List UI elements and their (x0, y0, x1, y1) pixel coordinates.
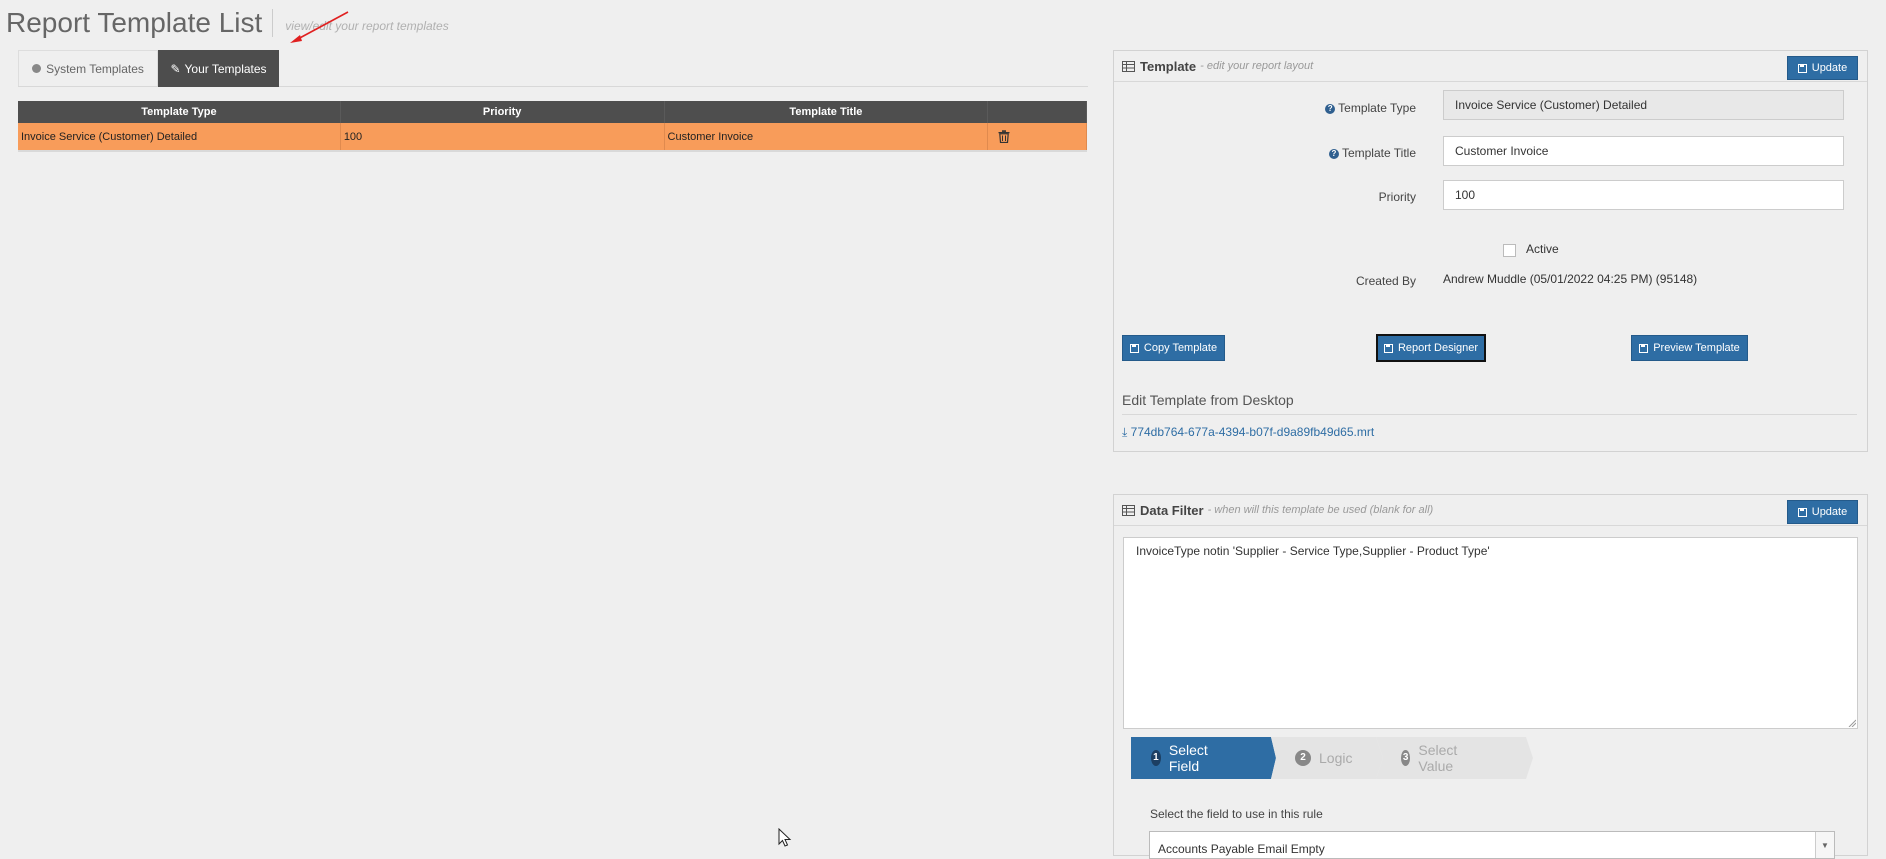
priority-label: Priority (1378, 190, 1416, 204)
column-header-template-title[interactable]: Template Title (664, 101, 989, 123)
created-by-value: Andrew Muddle (05/01/2022 04:25 PM) (951… (1443, 272, 1698, 286)
download-template-link[interactable]: ⤓ 774db764-677a-4394-b07f-d9a89fb49d65.m… (1122, 425, 1374, 440)
active-checkbox[interactable] (1503, 244, 1516, 257)
select-field-hint: Select the field to use in this rule (1150, 807, 1323, 821)
save-icon (1797, 507, 1807, 517)
grid-icon (1122, 60, 1135, 72)
column-header-template-type[interactable]: Template Type (18, 101, 341, 123)
red-arrow-annotation (290, 11, 349, 43)
step-number-badge: 1 (1151, 750, 1161, 766)
save-icon (1639, 343, 1649, 353)
template-type-input[interactable]: Invoice Service (Customer) Detailed (1443, 90, 1844, 120)
template-panel-title: Template (1140, 58, 1197, 74)
step-label: Select Value (1418, 742, 1458, 774)
table-header-row: Template Type Priority Template Title (18, 101, 1087, 123)
save-icon (1797, 63, 1807, 73)
filter-update-button[interactable]: Update (1787, 500, 1858, 524)
report-designer-button[interactable]: Report Designer (1376, 334, 1486, 362)
pencil-icon: ✎ (170, 61, 181, 76)
desktop-section-title: Edit Template from Desktop (1122, 392, 1294, 408)
step-label: Logic (1319, 750, 1353, 766)
copy-template-button[interactable]: Copy Template (1122, 335, 1225, 361)
copy-template-label: Copy Template (1143, 342, 1218, 354)
page-header: Report Template List view/edit your repo… (6, 6, 449, 40)
priority-input[interactable]: 100 (1443, 180, 1844, 210)
field-template-title-label: ? Template Title (1114, 145, 1416, 161)
save-icon (1129, 343, 1139, 353)
filter-expression-textarea[interactable]: InvoiceType notin 'Supplier - Service Ty… (1123, 537, 1858, 729)
trash-icon[interactable] (998, 130, 1010, 144)
tab-label: System Templates (46, 61, 144, 76)
wizard-step-logic[interactable]: 2 Logic (1295, 737, 1352, 779)
step-label: Select Field (1168, 742, 1208, 774)
preview-template-button[interactable]: Preview Template (1631, 335, 1748, 361)
template-panel-header: Template - edit your report layout Updat… (1114, 51, 1867, 82)
cell-priority[interactable]: 100 (340, 123, 665, 152)
save-icon (1383, 343, 1393, 353)
update-label: Update (1811, 62, 1848, 74)
tab-your-templates[interactable]: ✎ Your Templates (158, 50, 279, 87)
report-designer-label: Report Designer (1397, 342, 1479, 354)
field-select-value: Accounts Payable Email Empty (1158, 842, 1325, 856)
column-header-actions (987, 101, 1087, 123)
step-number-badge: 3 (1401, 750, 1411, 766)
cell-template-type[interactable]: Invoice Service (Customer) Detailed (18, 123, 341, 152)
wizard-step-select-value[interactable]: 3 Select Value (1401, 737, 1464, 779)
page-title: Report Template List (6, 7, 263, 38)
field-created-by-label: Created By (1114, 273, 1416, 289)
download-file-name: 774db764-677a-4394-b07f-d9a89fb49d65.mrt (1130, 425, 1375, 439)
template-update-button[interactable]: Update (1787, 56, 1858, 80)
wizard-step-select-field[interactable]: 1 Select Field (1151, 737, 1214, 779)
template-panel: Template - edit your report layout Updat… (1113, 50, 1868, 452)
template-tabs: System Templates ✎ Your Templates (18, 50, 1088, 87)
mouse-cursor-icon (778, 828, 792, 847)
active-label: Active (1526, 242, 1559, 256)
data-filter-panel-header: Data Filter - when will this template be… (1114, 495, 1867, 526)
grid-icon (1122, 504, 1135, 516)
template-table: Template Type Priority Template Title In… (18, 101, 1087, 152)
download-icon: ⤓ (1122, 425, 1128, 439)
update-label: Update (1811, 506, 1848, 518)
tab-label: Your Templates (184, 61, 267, 76)
template-panel-subtitle: - edit your report layout (1200, 60, 1314, 72)
template-type-label: Template Type (1338, 101, 1416, 115)
section-divider (1122, 414, 1857, 415)
preview-template-label: Preview Template (1653, 342, 1740, 354)
table-row[interactable]: Invoice Service (Customer) Detailed 100 … (18, 123, 1087, 152)
filter-expression-text: InvoiceType notin 'Supplier - Service Ty… (1136, 544, 1490, 558)
template-title-input[interactable]: Customer Invoice (1443, 136, 1844, 166)
circle-icon (32, 64, 42, 73)
field-priority-label: Priority (1114, 189, 1416, 205)
step-number-badge: 2 (1295, 750, 1311, 766)
resize-handle-icon[interactable] (1848, 719, 1856, 727)
tab-system-templates[interactable]: System Templates (18, 50, 158, 86)
template-title-label: Template Title (1341, 146, 1416, 160)
created-by-label: Created By (1355, 274, 1416, 288)
field-select-dropdown[interactable]: Accounts Payable Email Empty ▼ (1149, 831, 1835, 859)
question-icon[interactable]: ? (1328, 148, 1339, 159)
cell-template-title[interactable]: Customer Invoice (664, 123, 989, 152)
data-filter-title: Data Filter (1140, 502, 1204, 518)
row-actions-cell (987, 123, 1087, 152)
chevron-down-icon[interactable]: ▼ (1815, 832, 1834, 858)
question-icon[interactable]: ? (1325, 103, 1336, 114)
field-template-type-label: ? Template Type (1114, 100, 1416, 116)
column-header-priority[interactable]: Priority (340, 101, 665, 123)
data-filter-subtitle: - when will this template be used (blank… (1207, 504, 1434, 516)
header-divider (272, 9, 274, 37)
data-filter-panel: Data Filter - when will this template be… (1113, 494, 1868, 856)
